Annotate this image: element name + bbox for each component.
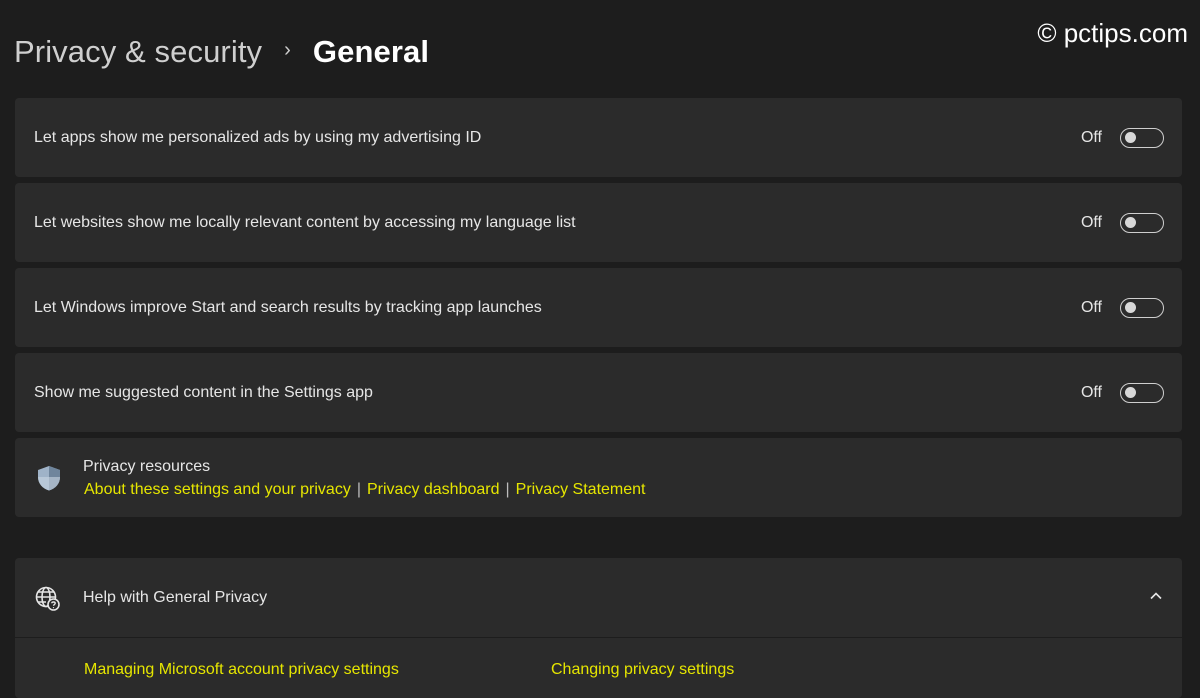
- globe-help-icon: [34, 585, 62, 618]
- suggested-content-toggle[interactable]: [1120, 382, 1164, 403]
- link-separator: |: [505, 481, 510, 498]
- watermark: © pctips.com: [1037, 18, 1188, 48]
- breadcrumb: Privacy & security › General: [14, 34, 429, 70]
- privacy-resources-links: About these settings and your privacy | Pr…: [84, 481, 645, 499]
- setting-label: Let apps show me personalized ads by usi…: [34, 128, 482, 146]
- managing-account-privacy-link[interactable]: Managing Microsoft account privacy setti…: [84, 661, 399, 679]
- page-title: General: [312, 34, 430, 69]
- privacy-resources-title: Privacy resources: [83, 458, 211, 475]
- setting-card-app-launch-tracking[interactable]: Let Windows improve Start and search res…: [15, 268, 1182, 347]
- setting-card-advertising-id[interactable]: Let apps show me personalized ads by usi…: [15, 98, 1182, 177]
- help-expander: Help with General Privacy Managing Micro…: [15, 558, 1182, 698]
- help-header[interactable]: Help with General Privacy: [15, 558, 1182, 637]
- help-title: Help with General Privacy: [83, 589, 268, 606]
- changing-privacy-settings-link[interactable]: Changing privacy settings: [551, 661, 734, 679]
- breadcrumb-separator-icon: ›: [284, 38, 291, 61]
- privacy-dashboard-link[interactable]: Privacy dashboard: [367, 481, 500, 498]
- setting-label: Show me suggested content in the Setting…: [34, 383, 373, 401]
- privacy-resources-card: Privacy resources About these settings a…: [15, 438, 1182, 517]
- setting-label: Let Windows improve Start and search res…: [34, 298, 542, 316]
- breadcrumb-parent[interactable]: Privacy & security: [14, 34, 262, 70]
- toggle-knob: [1125, 301, 1136, 313]
- advertising-id-toggle[interactable]: [1120, 127, 1164, 148]
- shield-icon: [35, 464, 63, 497]
- toggle-knob: [1125, 131, 1136, 143]
- toggle-state-text: Off: [1080, 383, 1102, 401]
- toggle-state-text: Off: [1080, 213, 1102, 231]
- setting-card-suggested-content[interactable]: Show me suggested content in the Setting…: [15, 353, 1182, 432]
- setting-card-language-list[interactable]: Let websites show me locally relevant co…: [15, 183, 1182, 262]
- toggle-state-text: Off: [1080, 298, 1102, 316]
- privacy-statement-link[interactable]: Privacy Statement: [516, 481, 646, 498]
- setting-label: Let websites show me locally relevant co…: [34, 213, 576, 231]
- toggle-knob: [1125, 386, 1136, 398]
- language-list-toggle[interactable]: [1120, 212, 1164, 233]
- toggle-state-text: Off: [1080, 128, 1102, 146]
- link-separator: |: [356, 481, 361, 498]
- app-launch-tracking-toggle[interactable]: [1120, 297, 1164, 318]
- chevron-up-icon[interactable]: [1148, 588, 1164, 609]
- toggle-knob: [1125, 216, 1136, 228]
- divider: [15, 637, 1182, 638]
- about-settings-link[interactable]: About these settings and your privacy: [84, 481, 351, 498]
